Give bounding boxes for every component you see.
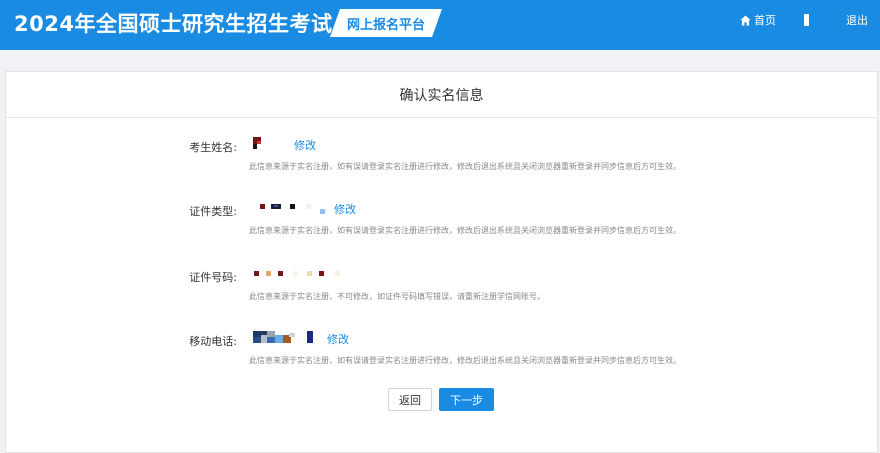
id-number-note: 此信息来源于实名注册，不可修改，如证件号码填写错误，请重新注册学信网账号。 xyxy=(249,292,545,301)
home-label: 首页 xyxy=(754,14,776,27)
platform-badge: 网上报名平台 xyxy=(330,9,442,37)
site-title: 2024年全国硕士研究生招生考试 xyxy=(14,12,333,36)
nav-divider xyxy=(804,0,809,40)
back-button[interactable]: 返回 xyxy=(388,388,432,411)
edit-id-type-link[interactable]: 修改 xyxy=(334,201,356,217)
id-type-label: 证件类型: xyxy=(189,205,237,218)
top-bar: 2024年全国硕士研究生招生考试 网上报名平台 首页 退出 xyxy=(0,0,880,50)
phone-mosaic xyxy=(253,331,313,343)
confirm-info-card: 确认实名信息 考生姓名: 修改 此信息来源于实名注册，如有误请登录实名注册进行修… xyxy=(5,71,878,453)
id-number-mosaic xyxy=(254,271,340,276)
card-title: 确认实名信息 xyxy=(6,72,877,118)
name-mosaic xyxy=(253,137,261,149)
phone-note: 此信息来源于实名注册，如有误请登录实名注册进行修改，修改后退出系统且关闭浏览器重… xyxy=(249,356,681,365)
id-type-mosaic xyxy=(260,204,325,214)
home-icon xyxy=(740,14,751,26)
name-row: 考生姓名: 修改 此信息来源于实名注册，如有误请登录实名注册进行修改，修改后退出… xyxy=(6,137,877,181)
edit-phone-link[interactable]: 修改 xyxy=(327,331,349,347)
edit-name-link[interactable]: 修改 xyxy=(294,137,316,153)
id-type-row: 证件类型: 修改 此信息来源于实名注册，如有误请登录实名注册进行修改，修改后退出… xyxy=(6,203,877,245)
id-number-label: 证件号码: xyxy=(189,271,237,284)
next-step-button[interactable]: 下一步 xyxy=(439,388,494,411)
id-number-row: 证件号码: 此信息来源于实名注册，不可修改，如证件号码填写错误，请重新注册学信网… xyxy=(6,269,877,311)
id-type-note: 此信息来源于实名注册，如有误请登录实名注册进行修改，修改后退出系统且关闭浏览器重… xyxy=(249,226,681,235)
name-note: 此信息来源于实名注册，如有误请登录实名注册进行修改，修改后退出系统且关闭浏览器重… xyxy=(249,162,681,171)
home-link[interactable]: 首页 xyxy=(740,0,776,40)
phone-row: 移动电话: 修改 此信息来源于实名注册，如有误请登录实名注册进行修改，修改后退出… xyxy=(6,331,877,375)
phone-label: 移动电话: xyxy=(189,335,237,348)
name-label: 考生姓名: xyxy=(189,141,237,154)
logout-link[interactable]: 退出 xyxy=(846,0,868,40)
